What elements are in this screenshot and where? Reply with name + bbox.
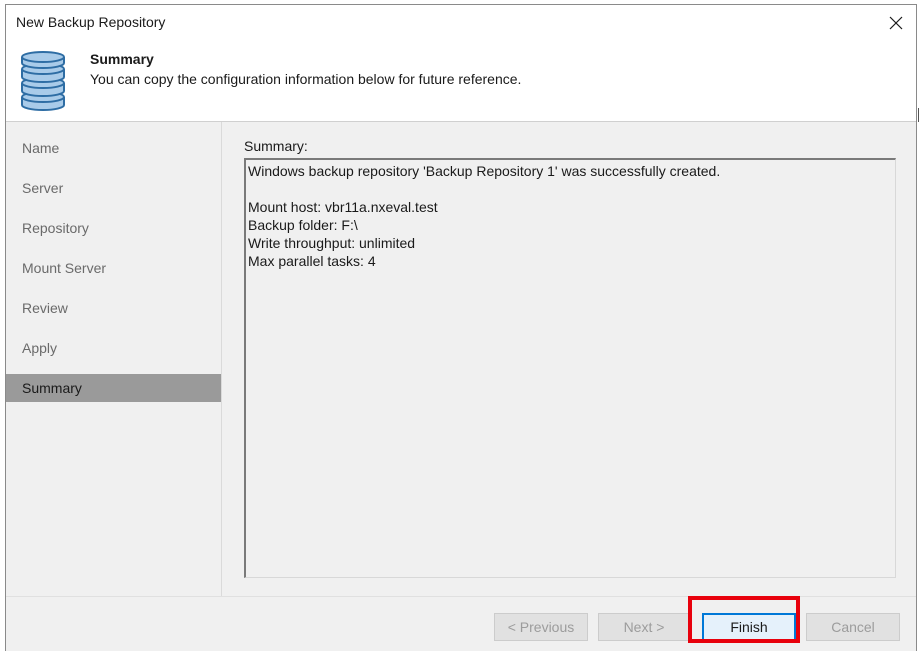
step-server[interactable]: Server — [6, 174, 221, 202]
step-apply[interactable]: Apply — [6, 334, 221, 362]
close-icon — [889, 16, 903, 30]
step-review[interactable]: Review — [6, 294, 221, 322]
cancel-button[interactable]: Cancel — [806, 613, 900, 641]
previous-button[interactable]: < Previous — [494, 613, 588, 641]
background-window-edge — [918, 108, 919, 122]
step-description: You can copy the configuration informati… — [90, 71, 522, 87]
finish-button[interactable]: Finish — [702, 613, 796, 641]
new-backup-repository-dialog: New Backup Repository Summary You can co… — [5, 4, 917, 651]
step-summary[interactable]: Summary — [6, 374, 221, 402]
summary-label: Summary: — [244, 138, 308, 154]
title-bar: New Backup Repository — [6, 5, 916, 41]
step-name[interactable]: Name — [6, 134, 221, 162]
wizard-steps-sidebar: Name Server Repository Mount Server Revi… — [6, 122, 222, 596]
window-title: New Backup Repository — [16, 14, 166, 30]
database-icon — [21, 51, 65, 111]
step-repository[interactable]: Repository — [6, 214, 221, 242]
next-button[interactable]: Next > — [598, 613, 690, 641]
summary-panel: Summary: Windows backup repository 'Back… — [222, 122, 916, 596]
summary-textbox[interactable]: Windows backup repository 'Backup Reposi… — [244, 158, 896, 578]
close-button[interactable] — [882, 9, 910, 37]
step-title: Summary — [90, 51, 154, 67]
step-mount-server[interactable]: Mount Server — [6, 254, 221, 282]
wizard-footer: < Previous Next > Finish Cancel — [6, 596, 916, 651]
wizard-header: Summary You can copy the configuration i… — [6, 41, 916, 121]
